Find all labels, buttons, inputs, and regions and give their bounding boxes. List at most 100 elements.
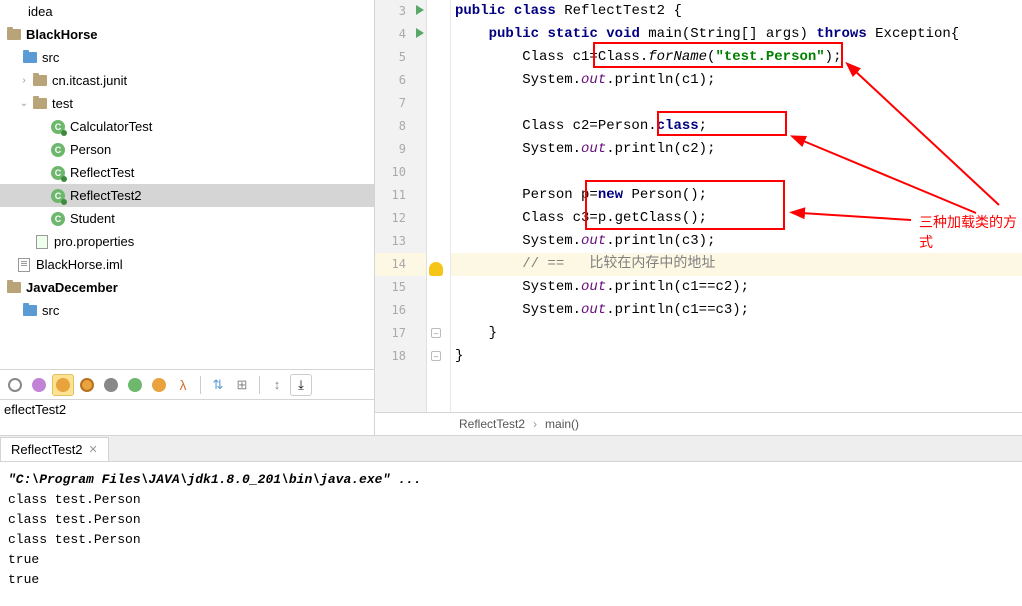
gutter-line-6[interactable]: 6 xyxy=(375,69,426,92)
src-folder-icon xyxy=(22,303,38,319)
separator xyxy=(200,376,201,394)
tree-label: CalculatorTest xyxy=(70,119,152,134)
toolbar-btn-10[interactable]: ↕ xyxy=(266,374,288,396)
line-number-gutter: 3 4 5 6 7 8 9 10 11 12 13 14 15 16 17 18 xyxy=(375,0,427,412)
console-tab-reflecttest2[interactable]: ReflectTest2 ✕ xyxy=(0,437,109,461)
class-icon xyxy=(50,119,66,135)
toolbar-btn-7[interactable] xyxy=(148,374,170,396)
console-output[interactable]: "C:\Program Files\JAVA\jdk1.8.0_201\bin\… xyxy=(0,462,1022,590)
tree-item-root[interactable]: BlackHorse xyxy=(0,23,374,46)
chevron-right-icon: › xyxy=(16,75,32,86)
fold-end-icon[interactable]: – xyxy=(431,351,441,361)
run-line-icon[interactable] xyxy=(416,28,424,38)
toolbar-btn-9[interactable]: ⊞ xyxy=(231,374,253,396)
gutter-line-15[interactable]: 15 xyxy=(375,276,426,299)
tree-item-class-student[interactable]: Student xyxy=(0,207,374,230)
gutter-line-11[interactable]: 11 xyxy=(375,184,426,207)
tree-label: Student xyxy=(70,211,115,226)
gutter-line-7[interactable]: 7 xyxy=(375,92,426,115)
tree-label: ReflectTest xyxy=(70,165,134,180)
tree-item-class-reflect[interactable]: ReflectTest xyxy=(0,161,374,184)
gutter-line-4[interactable]: 4 xyxy=(375,23,426,46)
gutter-line-10[interactable]: 10 xyxy=(375,161,426,184)
console-panel: ReflectTest2 ✕ "C:\Program Files\JAVA\jd… xyxy=(0,435,1022,590)
tree-label: ReflectTest2 xyxy=(70,188,142,203)
separator xyxy=(259,376,260,394)
toolbar-btn-6[interactable] xyxy=(124,374,146,396)
tree-label: src xyxy=(42,303,59,318)
close-icon[interactable]: ✕ xyxy=(89,443,98,456)
tree-item-javadecember[interactable]: JavaDecember xyxy=(0,276,374,299)
toolbar-btn-1[interactable] xyxy=(4,374,26,396)
console-line: class test.Person xyxy=(8,530,1014,550)
tree-item-package-test[interactable]: ⌄ test xyxy=(0,92,374,115)
tree-label: test xyxy=(52,96,73,111)
intention-bulb-icon[interactable] xyxy=(429,262,443,276)
breadcrumb-method[interactable]: main() xyxy=(545,417,579,431)
console-tab-label: ReflectTest2 xyxy=(11,442,83,457)
gutter-line-18[interactable]: 18 xyxy=(375,345,426,368)
toolbar-btn-5[interactable] xyxy=(100,374,122,396)
tree-label: src xyxy=(42,50,59,65)
structure-toolbar: λ ⇅ ⊞ ↕ ⤓ xyxy=(0,369,374,399)
folder-icon xyxy=(32,73,48,89)
gutter-line-5[interactable]: 5 xyxy=(375,46,426,69)
gutter-line-3[interactable]: 3 xyxy=(375,0,426,23)
toolbar-btn-3[interactable] xyxy=(52,374,74,396)
class-icon xyxy=(50,211,66,227)
breadcrumb-separator: › xyxy=(533,417,537,431)
truncated-text: eflectTest2 xyxy=(0,399,374,419)
class-icon xyxy=(50,188,66,204)
gutter-line-16[interactable]: 16 xyxy=(375,299,426,322)
tree-label: Person xyxy=(70,142,111,157)
tree-item-iml-file[interactable]: BlackHorse.iml xyxy=(0,253,374,276)
class-icon xyxy=(50,142,66,158)
file-icon xyxy=(16,257,32,273)
gutter-line-12[interactable]: 12 xyxy=(375,207,426,230)
console-line: true xyxy=(8,550,1014,570)
console-tabs: ReflectTest2 ✕ xyxy=(0,436,1022,462)
code-fold-margin: – – xyxy=(427,0,451,412)
tree-item-prop-file[interactable]: pro.properties xyxy=(0,230,374,253)
tree-label: BlackHorse xyxy=(26,27,98,42)
gutter-line-9[interactable]: 9 xyxy=(375,138,426,161)
tree-item-package-junit[interactable]: › cn.itcast.junit xyxy=(0,69,374,92)
console-line: true xyxy=(8,570,1014,590)
breadcrumb: ReflectTest2 › main() xyxy=(375,412,1022,435)
gutter-line-17[interactable]: 17 xyxy=(375,322,426,345)
toolbar-lambda-icon[interactable]: λ xyxy=(172,374,194,396)
tree-label: idea xyxy=(28,4,53,19)
tree-item-class-person[interactable]: Person xyxy=(0,138,374,161)
folder-icon xyxy=(6,280,22,296)
tree-label: JavaDecember xyxy=(26,280,118,295)
breadcrumb-file[interactable]: ReflectTest2 xyxy=(459,417,525,431)
tree-item-src[interactable]: src xyxy=(0,46,374,69)
gutter-line-13[interactable]: 13 xyxy=(375,230,426,253)
tree-item-src2[interactable]: src xyxy=(0,299,374,322)
gutter-line-14[interactable]: 14 xyxy=(375,253,426,276)
console-command: "C:\Program Files\JAVA\jdk1.8.0_201\bin\… xyxy=(8,470,1014,490)
folder-icon xyxy=(6,27,22,43)
toolbar-btn-4[interactable] xyxy=(76,374,98,396)
toolbar-btn-2[interactable] xyxy=(28,374,50,396)
code-editor[interactable]: public class ReflectTest2 { public stati… xyxy=(451,0,1022,412)
annotation-label: 三种加载类的方式 xyxy=(919,212,1022,252)
src-folder-icon xyxy=(22,50,38,66)
chevron-down-icon: ⌄ xyxy=(16,98,32,109)
editor-area: 3 4 5 6 7 8 9 10 11 12 13 14 15 16 17 18 xyxy=(375,0,1022,435)
tree-item-idea[interactable]: idea xyxy=(0,0,374,23)
toolbar-btn-8[interactable]: ⇅ xyxy=(207,374,229,396)
properties-file-icon xyxy=(34,234,50,250)
gutter-line-8[interactable]: 8 xyxy=(375,115,426,138)
folder-icon xyxy=(32,96,48,112)
console-line: class test.Person xyxy=(8,510,1014,530)
tree-item-class-calculator[interactable]: CalculatorTest xyxy=(0,115,374,138)
tree-item-class-reflect2[interactable]: ReflectTest2 xyxy=(0,184,374,207)
run-line-icon[interactable] xyxy=(416,5,424,15)
fold-end-icon[interactable]: – xyxy=(431,328,441,338)
project-tree-panel: idea BlackHorse src › cn.itcast.junit ⌄ … xyxy=(0,0,375,435)
tree-label: pro.properties xyxy=(54,234,134,249)
toolbar-btn-11[interactable]: ⤓ xyxy=(290,374,312,396)
console-line: class test.Person xyxy=(8,490,1014,510)
tree-label: cn.itcast.junit xyxy=(52,73,127,88)
